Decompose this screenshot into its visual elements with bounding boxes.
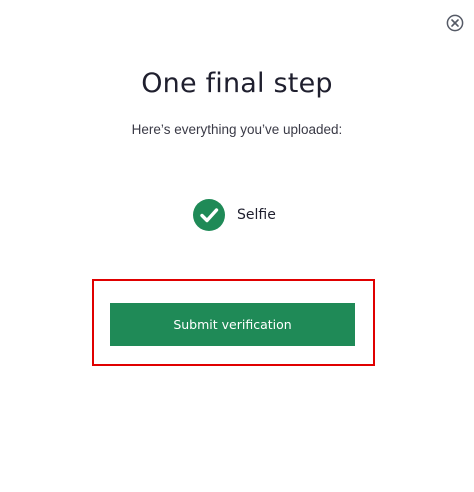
close-circle-icon	[446, 14, 464, 32]
uploaded-item-label: Selfie	[237, 207, 276, 223]
page-title: One final step	[141, 68, 333, 99]
uploaded-item-selfie: Selfie	[193, 199, 276, 231]
verification-dialog: One final step Here’s everything you’ve …	[0, 0, 474, 492]
check-circle-icon	[193, 199, 225, 231]
submit-verification-button[interactable]: Submit verification	[110, 303, 355, 346]
close-button[interactable]	[446, 14, 464, 32]
page-subtitle: Here’s everything you’ve uploaded:	[131, 122, 343, 137]
